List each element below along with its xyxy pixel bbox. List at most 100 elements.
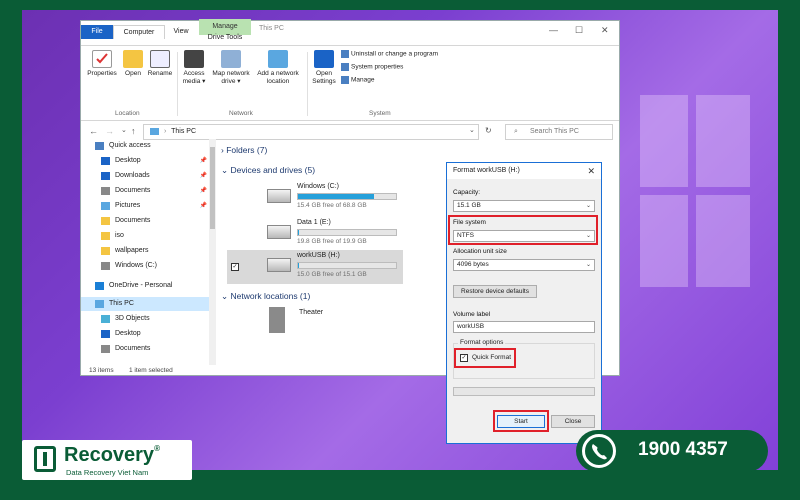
rename-button[interactable]: Rename: [147, 50, 173, 78]
sidebar-item-label: Documents: [115, 217, 151, 224]
network-item[interactable]: Theater: [261, 307, 441, 337]
sidebar-item-quick-access[interactable]: Quick access: [81, 139, 209, 153]
drive-item[interactable]: Data 1 (E:) 19.8 GB free of 19.9 GB: [227, 217, 407, 247]
tab-file[interactable]: File: [81, 25, 113, 39]
sidebar-item-label: Pictures: [115, 202, 141, 209]
restore-defaults-button[interactable]: Restore device defaults: [453, 285, 537, 298]
wallpapers-icon: [101, 247, 110, 255]
sidebar-item-downloads[interactable]: Downloads 📌: [81, 169, 209, 183]
sidebar-item-label: Documents: [115, 345, 151, 352]
add-network-location-button[interactable]: Add a network location: [254, 50, 302, 86]
format-dialog: Format workUSB (H:) ✕ Capacity: 15.1 GB ⌄…: [446, 162, 602, 444]
search-placeholder: Search This PC: [530, 128, 579, 135]
sidebar-item-label: wallpapers: [115, 247, 149, 254]
3d-objects-icon: [101, 315, 110, 323]
drive-item[interactable]: workUSB (H:) 15.0 GB free of 15.1 GB ✓: [227, 250, 403, 284]
properties-button[interactable]: Properties: [85, 50, 119, 78]
manage-link[interactable]: Manage: [341, 76, 375, 84]
pc-icon: [150, 127, 159, 135]
close-button[interactable]: Close: [551, 415, 595, 428]
close-icon[interactable]: ✕: [601, 25, 609, 36]
sidebar-item-documents[interactable]: Documents 📌: [81, 184, 209, 198]
desktop-background: Manage File Computer View Drive Tools Th…: [0, 0, 800, 500]
sidebar-item-desktop-2[interactable]: Desktop: [81, 327, 209, 341]
sidebar-item-documents-folder[interactable]: Documents: [81, 214, 209, 228]
uninstall-program-link[interactable]: Uninstall or change a program: [341, 50, 438, 58]
sidebar-item-label: 3D Objects: [115, 315, 150, 322]
documents-2-icon: [101, 345, 110, 353]
allocation-unit-select[interactable]: 4096 bytes ⌄: [453, 259, 595, 271]
section-devices[interactable]: ⌄ Devices and drives (5): [221, 165, 315, 176]
recent-dropdown-icon[interactable]: ⌄: [121, 126, 127, 134]
documents-icon: [101, 187, 110, 195]
hotline-number: 1900 4357: [638, 439, 728, 460]
sidebar-item-label: iso: [115, 232, 124, 239]
brand-subtitle: Data Recovery Viet Nam: [66, 468, 149, 477]
sidebar-item-desktop[interactable]: Desktop 📌: [81, 154, 209, 168]
drive-usage-bar: [297, 193, 397, 200]
up-arrow-icon[interactable]: ↑: [131, 126, 136, 136]
ribbon-separator: [177, 52, 178, 116]
volume-label-value: workUSB: [457, 323, 485, 330]
address-path[interactable]: › This PC: [143, 124, 479, 140]
access-media-label: Access media ▾: [182, 70, 206, 85]
tab-view[interactable]: View: [167, 25, 195, 39]
drive-select-checkbox[interactable]: ✓: [231, 263, 239, 271]
system-properties-link[interactable]: System properties: [341, 63, 403, 71]
drive-item[interactable]: Windows (C:) 15.4 GB free of 68.8 GB: [227, 181, 407, 211]
open-label: Open: [125, 70, 141, 77]
sidebar-item-onedrive[interactable]: OneDrive - Personal: [81, 279, 209, 293]
minimize-icon[interactable]: —: [549, 25, 558, 35]
scrollbar-thumb[interactable]: [210, 147, 215, 229]
group-location-label: Location: [115, 110, 140, 117]
nav-scrollbar[interactable]: [209, 139, 216, 365]
brand-name-text: Recovery: [64, 444, 155, 466]
address-dropdown-icon[interactable]: ⌄: [469, 126, 475, 134]
refresh-icon[interactable]: ↻: [485, 126, 492, 135]
sidebar-item-label: Windows (C:): [115, 262, 158, 269]
maximize-icon[interactable]: ☐: [575, 25, 583, 36]
network-drive-icon: [221, 50, 241, 68]
sidebar-item-iso[interactable]: iso: [81, 229, 209, 243]
windows-drive-icon: [267, 189, 291, 203]
documents-folder-icon: [101, 217, 110, 225]
window-title: This PC: [259, 25, 284, 32]
drive-size: 15.0 GB free of 15.1 GB: [297, 271, 367, 278]
sidebar-item-this-pc[interactable]: This PC: [81, 297, 209, 311]
search-input[interactable]: ⌕ Search This PC: [505, 124, 613, 140]
back-arrow-icon[interactable]: ←: [89, 126, 98, 136]
sidebar-item-wallpapers[interactable]: wallpapers: [81, 244, 209, 258]
forward-arrow-icon[interactable]: →: [105, 126, 114, 136]
onedrive-icon: [95, 282, 104, 290]
sidebar-item-label: Quick access: [109, 142, 151, 149]
volume-label-input[interactable]: workUSB: [453, 321, 595, 333]
access-media-button[interactable]: Access media ▾: [180, 50, 208, 86]
hotline-badge[interactable]: 1900 4357: [576, 430, 768, 472]
sidebar-item-documents-2[interactable]: Documents: [81, 342, 209, 356]
group-network-label: Network: [229, 110, 253, 117]
tab-computer[interactable]: Computer: [113, 25, 165, 39]
sidebar-item-3d-objects[interactable]: 3D Objects: [81, 312, 209, 326]
capacity-label: Capacity:: [453, 189, 481, 196]
drive-size: 19.8 GB free of 19.9 GB: [297, 238, 367, 245]
frame-right: [778, 0, 800, 470]
capacity-select[interactable]: 15.1 GB ⌄: [453, 200, 595, 212]
tab-drive-tools[interactable]: Drive Tools: [199, 33, 251, 43]
open-settings-button[interactable]: Open Settings: [310, 50, 338, 86]
media-server-icon: [269, 307, 285, 333]
network-item-label: Theater: [299, 309, 324, 316]
open-button[interactable]: Open: [121, 50, 145, 78]
highlight-start: [493, 410, 549, 432]
close-icon[interactable]: ✕: [587, 163, 595, 179]
quick-access-icon: [95, 142, 104, 150]
capacity-value: 15.1 GB: [457, 202, 481, 209]
sidebar-item-label: Documents: [115, 187, 151, 194]
brand-registered-mark: ®: [154, 444, 160, 453]
sidebar-item-pictures[interactable]: Pictures 📌: [81, 199, 209, 213]
section-network[interactable]: ⌄ Network locations (1): [221, 291, 310, 302]
section-folders[interactable]: › Folders (7): [221, 145, 267, 155]
downloads-icon: [101, 172, 110, 180]
brand-logo: Recovery® Data Recovery Viet Nam: [22, 440, 192, 480]
map-network-drive-button[interactable]: Map network drive ▾: [210, 50, 252, 86]
sidebar-item-windows-drive[interactable]: Windows (C:): [81, 259, 209, 273]
